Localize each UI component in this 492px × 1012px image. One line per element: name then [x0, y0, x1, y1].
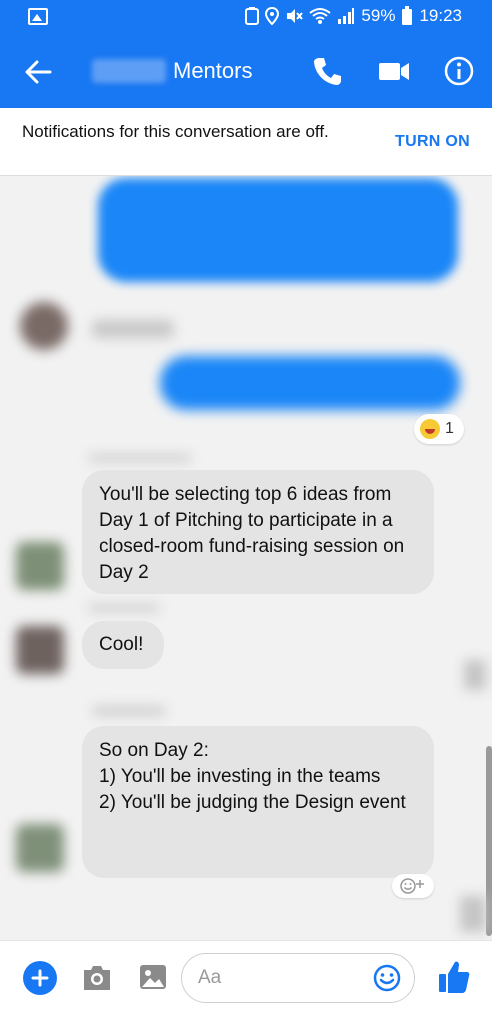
more-actions-button[interactable] — [23, 961, 57, 995]
wifi-icon — [309, 8, 332, 24]
gallery-icon — [28, 8, 48, 25]
laughing-emoji-icon — [420, 419, 440, 439]
message-line: So on Day 2: — [99, 740, 209, 761]
plus-icon — [31, 969, 49, 987]
message-list[interactable]: 1 You'll be selecting top 6 ideas from D… — [0, 176, 492, 940]
add-reaction-button[interactable] — [392, 874, 434, 898]
avatar[interactable] — [20, 302, 68, 350]
avatar[interactable] — [16, 626, 64, 674]
signal-icon — [338, 8, 355, 24]
image-icon[interactable] — [137, 961, 169, 993]
composer-bar — [0, 940, 492, 1012]
message-input-container[interactable] — [181, 953, 415, 1003]
info-icon[interactable] — [443, 55, 475, 87]
status-indicators: 59% 19:23 — [245, 6, 462, 26]
battery-icon — [402, 6, 413, 25]
reaction-count: 1 — [445, 420, 454, 437]
status-bar: 59% 19:23 — [0, 0, 492, 34]
camera-icon[interactable] — [80, 963, 114, 993]
avatar[interactable] — [16, 542, 64, 590]
conversation-title[interactable]: Mentors — [173, 58, 252, 84]
redacted-sender-name — [92, 320, 174, 338]
incoming-message[interactable]: Cool! — [82, 621, 164, 669]
message-line: 1) You'll be investing in the teams — [99, 766, 381, 787]
conversation-header: Mentors — [0, 34, 492, 108]
back-arrow-icon[interactable] — [22, 56, 54, 88]
reaction-badge[interactable]: 1 — [414, 414, 464, 444]
thumbs-up-icon[interactable] — [437, 959, 471, 995]
location-icon — [265, 7, 280, 25]
redacted-element — [464, 660, 486, 690]
incoming-message[interactable]: So on Day 2: 1) You'll be investing in t… — [82, 726, 434, 878]
emoji-icon[interactable] — [372, 963, 402, 993]
mute-icon — [287, 9, 304, 23]
message-line: 2) You'll be judging the Design event — [99, 792, 406, 813]
phone-icon[interactable] — [312, 55, 344, 87]
notification-text: Notifications for this conversation are … — [22, 122, 329, 141]
redacted-outgoing-message — [160, 356, 460, 410]
redacted-element — [460, 896, 486, 932]
video-icon[interactable] — [377, 55, 411, 87]
add-reaction-icon — [400, 878, 424, 894]
avatar[interactable] — [16, 824, 64, 872]
turn-on-button[interactable]: TURN ON — [395, 133, 470, 151]
battery-percent: 59% — [361, 6, 396, 25]
message-input[interactable] — [198, 966, 368, 990]
redacted-sender-name — [88, 604, 160, 612]
redacted-sender-name — [88, 454, 192, 462]
redacted-outgoing-message — [98, 178, 458, 282]
battery-saver-icon — [245, 7, 260, 25]
redacted-name — [92, 59, 166, 83]
scrollbar[interactable] — [486, 746, 492, 936]
incoming-message[interactable]: You'll be selecting top 6 ideas from Day… — [82, 470, 434, 594]
redacted-sender-name — [92, 706, 166, 716]
notification-banner: Notifications for this conversation are … — [0, 108, 492, 176]
clock: 19:23 — [419, 6, 462, 25]
